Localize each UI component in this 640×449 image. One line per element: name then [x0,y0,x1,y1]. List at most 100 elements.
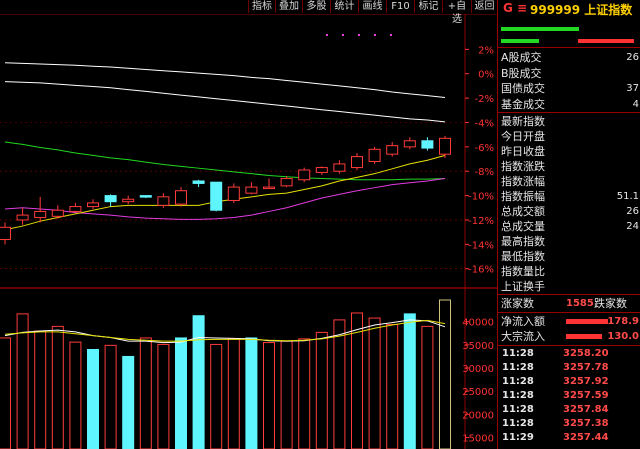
candlestick[interactable] [315,166,328,175]
moving-average-line [4,178,446,220]
volume-bar[interactable] [421,325,434,449]
candle-body [298,169,311,181]
tick-row[interactable]: 11:28 3258.20 [498,346,640,361]
candle-body [192,180,205,184]
volume-bar[interactable] [333,319,346,449]
candlestick[interactable] [51,205,64,219]
tick-price: 3257.84 [563,404,609,415]
tick-time: 11:29 [502,432,534,443]
volume-tick-label: 35000 [462,341,494,352]
toolbar-button-4[interactable]: 画线 [358,0,386,13]
candlestick[interactable] [280,176,293,188]
candle-body [87,202,99,208]
candlestick[interactable] [298,167,311,183]
volume-tick-label: 25000 [462,387,494,398]
volume-bar[interactable] [16,313,29,449]
tick-price: 3257.92 [563,376,609,387]
tick-row[interactable]: 11:28 3257.38 [498,416,640,431]
candle-body [16,214,29,221]
volume-bar[interactable] [34,330,47,449]
volume-bar[interactable] [210,343,223,449]
volume-bar[interactable] [51,325,64,449]
signal-dot [390,34,392,36]
chart-toolbar: 指标 叠加 多股 统计 画线 F10 标记 +自选 返回 [0,0,497,25]
volume-bar[interactable] [192,315,205,449]
volume-tick-label: 15000 [462,433,494,444]
candlestick[interactable] [368,146,381,164]
volume-bar[interactable] [87,349,99,449]
candlestick[interactable] [16,207,29,225]
volume-bar[interactable] [368,317,381,449]
price-tick-label: -6% [475,143,494,154]
toolbar-button-2[interactable]: 多股 [302,0,330,13]
price-axis: 2% 0% -2% -4% -6% -8% -10% -12% -14% -16% [465,45,494,276]
toolbar-button-7[interactable]: +自选 [442,0,471,25]
volume-bar[interactable] [122,355,135,449]
price-tick-label: -14% [468,240,494,251]
candle-body [333,163,346,172]
toolbar-button-5[interactable]: F10 [386,0,414,13]
toolbar-button-0[interactable]: 指标 [248,0,275,13]
volume-bar[interactable] [139,337,152,449]
volume-bars[interactable] [0,299,451,449]
volume-bar[interactable] [263,342,275,449]
tick-row[interactable]: 11:28 3257.84 [498,402,640,417]
tick-price: 3257.44 [563,432,609,443]
candlestick[interactable] [175,187,187,207]
toolbar-button-8[interactable]: 返回 [471,0,497,13]
volume-bar[interactable] [157,343,170,449]
toolbar-button-1[interactable]: 叠加 [275,0,302,13]
volume-bar[interactable] [104,344,117,449]
tick-row[interactable]: 11:28 3257.92 [498,374,640,389]
candlestick[interactable] [351,152,363,171]
tick-row[interactable]: 11:29 3257.44 [498,430,640,445]
candlestick[interactable] [263,178,275,190]
candle-body [280,178,293,187]
kline-chart[interactable]: 2% 0% -2% -4% -6% -8% -10% -12% -14% -16% 40000 35… [0,0,497,449]
candle-body [51,209,64,217]
candlestick[interactable] [69,202,82,213]
volume-bar[interactable] [439,299,451,449]
tick-time: 11:28 [502,418,534,429]
candle-body [403,140,416,148]
candlestick[interactable] [87,199,99,210]
candlestick[interactable] [122,195,135,205]
tick-row[interactable]: 11:28 3257.78 [498,360,640,375]
volume-bar[interactable] [0,337,11,449]
candlestick[interactable] [157,193,170,208]
candlestick[interactable] [439,135,451,158]
candlestick[interactable] [403,137,416,150]
price-tick-label: -16% [468,265,494,276]
candlestick[interactable] [139,195,152,199]
candlestick[interactable] [245,182,258,195]
volume-bar[interactable] [245,337,258,449]
candlestick[interactable] [210,181,223,212]
candlestick[interactable] [0,222,11,245]
candle-body [227,186,240,201]
price-tick-label: -4% [475,118,494,129]
volume-bar[interactable] [298,338,311,449]
volume-bar[interactable] [280,340,293,449]
candle-body [263,186,275,190]
candlestick[interactable] [333,160,346,174]
toolbar-button-3[interactable]: 统计 [330,0,358,13]
candle-body [69,206,82,212]
candle-body [386,145,399,155]
candle-body [157,196,170,206]
candlestick[interactable] [421,137,434,151]
candlestick[interactable] [227,183,240,203]
volume-bar[interactable] [315,331,328,449]
volume-bar[interactable] [227,338,240,449]
volume-bar[interactable] [69,341,82,449]
tick-row[interactable]: 11:28 3257.59 [498,388,640,403]
volume-bar[interactable] [403,313,416,449]
candlesticks[interactable] [0,135,451,245]
volume-bar[interactable] [386,324,399,449]
volume-bar[interactable] [175,337,187,449]
signal-markers [326,34,392,36]
candlestick[interactable] [104,194,117,207]
candlestick[interactable] [192,179,205,188]
toolbar-button-6[interactable]: 标记 [414,0,442,13]
candlestick[interactable] [386,141,399,157]
candle-body [421,140,434,149]
